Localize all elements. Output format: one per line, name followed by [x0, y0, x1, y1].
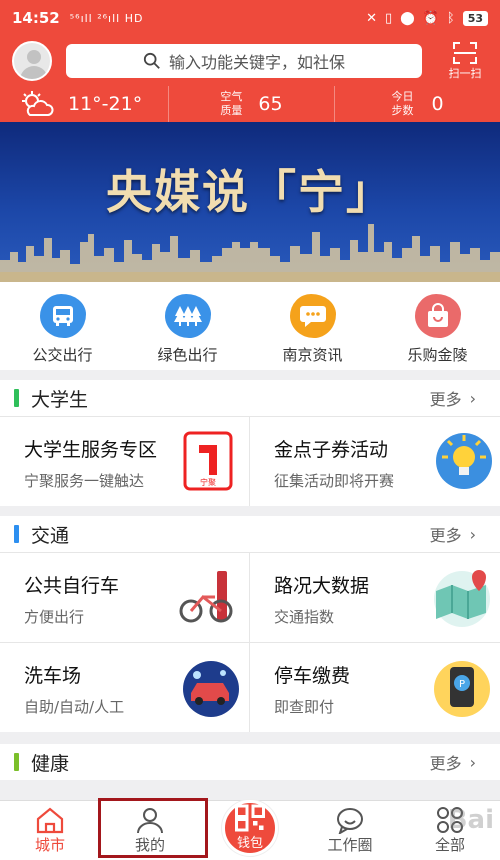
map-icon: [434, 570, 490, 627]
temperature-cell[interactable]: 11°-21°: [0, 86, 168, 122]
partly-cloudy-icon: [22, 91, 54, 116]
quick-item-shopping[interactable]: 乐购金陵: [375, 282, 500, 370]
section-accent: [14, 753, 19, 771]
air-label-1: 空气: [220, 90, 243, 103]
tab-label-all: 全部: [434, 836, 465, 854]
scan-icon: [453, 42, 477, 64]
air-label-2: 质量: [220, 104, 243, 117]
quick-label-green: 绿色出行: [157, 346, 218, 364]
lightbulb-icon: [436, 433, 492, 489]
chevron-right-icon: ›: [469, 388, 476, 408]
vibrate-icon: ▯: [384, 10, 393, 26]
air-quality-cell[interactable]: 空气 质量 65: [168, 86, 334, 122]
chevron-right-icon: ›: [469, 752, 476, 772]
chat-bubble-icon: [289, 294, 336, 338]
banner[interactable]: 央媒说「宁」: [0, 122, 500, 282]
search-placeholder: 输入功能关键字，如社保: [168, 53, 345, 72]
tab-city[interactable]: 城市: [0, 801, 100, 860]
tab-label-workspace: 工作圈: [327, 836, 373, 854]
status-bar: 14:52 ⁵⁶ıll ²⁶ıll HD ✕ ▯ ⬤ ⏰ ᛒ 53: [0, 0, 500, 36]
ningju-logo-icon: 宁聚: [183, 431, 233, 491]
section-title-health: 健康: [31, 752, 70, 775]
section-header-transport: 交通 更多 ›: [0, 516, 500, 552]
search-icon: [143, 52, 160, 69]
card-public-bike[interactable]: 公共自行车 方便出行: [0, 552, 250, 642]
bottom-nav: 城市 我的 钱包 工作圈 全部: [0, 799, 500, 860]
tab-label-wallet: 钱包: [236, 836, 263, 851]
user-icon: [137, 808, 163, 834]
scan-label: 扫一扫: [448, 67, 482, 80]
quick-item-bus[interactable]: 公交出行: [0, 282, 125, 370]
search-input[interactable]: 输入功能关键字，如社保: [66, 44, 422, 78]
more-link-health[interactable]: 更多 ›: [430, 750, 476, 774]
signal-indicator: ⁵⁶ıll ²⁶ıll HD: [69, 11, 144, 25]
wallet-button[interactable]: 钱包: [222, 799, 278, 856]
car-wash-icon: [183, 661, 239, 717]
battery-icon: 53: [462, 10, 488, 26]
bluetooth-icon: ᛒ: [446, 10, 455, 26]
more-link-college[interactable]: 更多 ›: [430, 386, 476, 410]
card-car-wash[interactable]: 洗车场 自助/自动/人工: [0, 642, 250, 732]
steps-label-1: 今日: [391, 90, 414, 103]
chat-circle-icon: [337, 808, 363, 834]
college-grid: 大学生服务专区 宁聚服务一键触达 宁聚 金点子券活动 征集活动即将开赛: [0, 416, 500, 506]
section-accent: [14, 525, 19, 543]
home-icon: [36, 807, 64, 834]
card-parking-pay[interactable]: 停车缴费 即查即付 P: [250, 642, 500, 732]
section-header-college: 大学生 更多 ›: [0, 380, 500, 416]
status-time: 14:52: [12, 9, 60, 27]
alarm-icon: ⏰: [422, 10, 439, 26]
chevron-right-icon: ›: [469, 524, 476, 544]
watermark: Bai: [447, 805, 494, 835]
quick-label-news: 南京资讯: [282, 346, 343, 364]
bicycle-icon: [179, 571, 233, 623]
air-quality-value: 65: [258, 93, 283, 115]
svg-text:P: P: [459, 679, 465, 690]
card-traffic-data[interactable]: 路况大数据 交通指数: [250, 552, 500, 642]
quick-item-green[interactable]: 绿色出行: [125, 282, 250, 370]
steps-value: 0: [431, 93, 444, 115]
tab-label-mine: 我的: [134, 836, 165, 854]
mute-icon: ✕: [366, 10, 377, 26]
qr-code-icon: [235, 804, 265, 832]
card-college-service[interactable]: 大学生服务专区 宁聚服务一键触达 宁聚: [0, 416, 250, 506]
transport-grid: 公共自行车 方便出行 路况大数据 交通指数 洗车场 自助/自动/人工 停车缴费: [0, 552, 500, 732]
section-accent: [14, 389, 19, 407]
section-header-health: 健康 更多 ›: [0, 744, 500, 780]
tab-workspace[interactable]: 工作圈: [300, 801, 400, 860]
city-skyline-illustration: [0, 224, 500, 282]
quick-menu: 公交出行 绿色出行 南京资讯 乐购金陵: [0, 282, 500, 370]
location-icon: ⬤: [400, 10, 415, 26]
card-idea-coupon[interactable]: 金点子券活动 征集活动即将开赛: [250, 416, 500, 506]
quick-label-bus: 公交出行: [32, 346, 93, 364]
tab-wallet[interactable]: 钱包: [200, 799, 300, 860]
avatar[interactable]: [12, 41, 52, 81]
tab-mine[interactable]: 我的: [100, 801, 200, 860]
scan-button[interactable]: 扫一扫: [442, 41, 488, 81]
quick-item-news[interactable]: 南京资讯: [250, 282, 375, 370]
top-bar: 输入功能关键字，如社保 扫一扫: [0, 36, 500, 86]
trees-icon: [164, 294, 211, 338]
steps-label-2: 步数: [391, 104, 414, 117]
temperature-value: 11°-21°: [68, 93, 143, 115]
svg-text:宁聚: 宁聚: [200, 477, 216, 487]
more-link-transport[interactable]: 更多 ›: [430, 522, 476, 546]
parking-icon: P: [434, 661, 490, 717]
shopping-bag-icon: [414, 294, 461, 338]
tab-label-city: 城市: [34, 836, 65, 854]
weather-bar: 11°-21° 空气 质量 65 今日 步数 0: [0, 86, 500, 122]
bus-icon: [39, 294, 86, 338]
steps-cell[interactable]: 今日 步数 0: [334, 86, 500, 122]
section-title-college: 大学生: [31, 388, 89, 411]
quick-label-shopping: 乐购金陵: [407, 346, 468, 364]
section-title-transport: 交通: [31, 524, 70, 547]
